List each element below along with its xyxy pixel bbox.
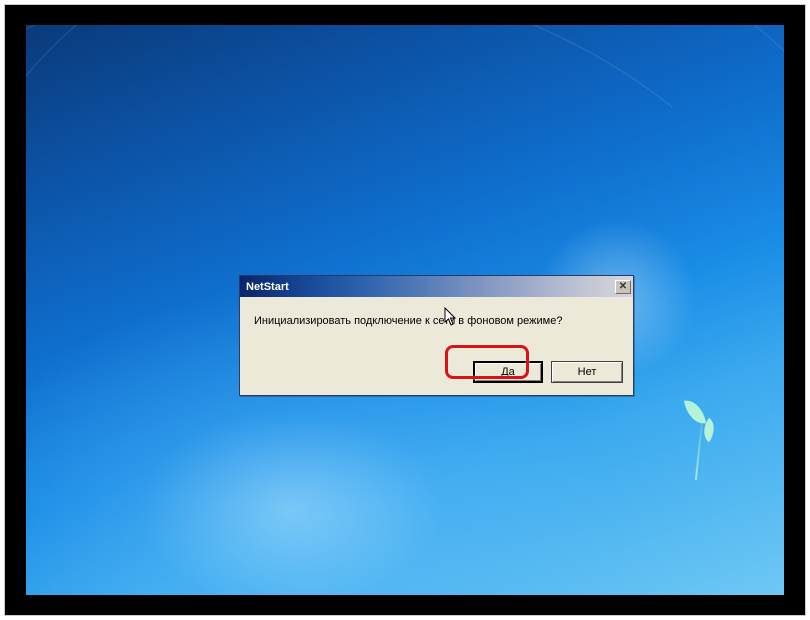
screenshot-frame: NetStart ✕ Инициализировать подключение … bbox=[4, 4, 806, 616]
no-button[interactable]: Нет bbox=[551, 361, 623, 383]
dialog-button-row: Да Нет bbox=[240, 355, 633, 395]
dialog-title: NetStart bbox=[246, 281, 289, 293]
desktop-wallpaper: NetStart ✕ Инициализировать подключение … bbox=[26, 25, 784, 595]
dialog-titlebar[interactable]: NetStart ✕ bbox=[240, 276, 633, 297]
message-dialog: NetStart ✕ Инициализировать подключение … bbox=[239, 275, 634, 396]
close-button[interactable]: ✕ bbox=[615, 280, 631, 294]
yes-button[interactable]: Да bbox=[473, 361, 543, 383]
dialog-body: Инициализировать подключение к сети в фо… bbox=[240, 297, 633, 355]
dialog-message: Инициализировать подключение к сети в фо… bbox=[254, 315, 619, 347]
close-icon: ✕ bbox=[619, 281, 627, 292]
